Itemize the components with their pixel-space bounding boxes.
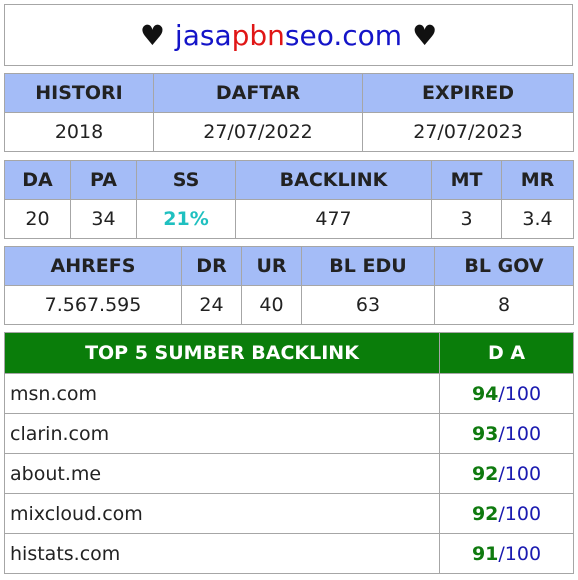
value-dr: 24 <box>181 285 242 325</box>
value-ahrefs: 7.567.595 <box>4 285 182 325</box>
backlinks-table: TOP 5 SUMBER BACKLINK D A msn.com 94/100… <box>4 332 574 574</box>
header-top-sources: TOP 5 SUMBER BACKLINK <box>4 332 440 374</box>
header-daftar: DAFTAR <box>153 73 363 113</box>
table-row: clarin.com 93/100 <box>4 413 574 454</box>
header-dr: DR <box>181 246 242 286</box>
ahrefs-table: AHREFS DR UR BL EDU BL GOV 7.567.595 24 … <box>4 246 574 325</box>
value-backlink: 477 <box>235 199 432 239</box>
backlink-da: 93/100 <box>439 413 574 454</box>
site-title: ♥ jasapbnseo.com ♥ <box>4 4 573 66</box>
value-histori: 2018 <box>4 112 154 152</box>
backlink-da: 94/100 <box>439 373 574 414</box>
header-ur: UR <box>241 246 302 286</box>
backlink-da: 92/100 <box>439 453 574 494</box>
value-daftar: 27/07/2022 <box>153 112 363 152</box>
domain-name: jasapbnseo.com <box>174 18 403 52</box>
value-bl-edu: 63 <box>301 285 435 325</box>
metrics-header-row: DA PA SS BACKLINK MT MR <box>4 160 574 200</box>
value-expired: 27/07/2023 <box>362 112 574 152</box>
backlink-site: clarin.com <box>4 413 440 454</box>
header-histori: HISTORI <box>4 73 154 113</box>
backlinks-header-row: TOP 5 SUMBER BACKLINK D A <box>4 332 574 374</box>
header-mt: MT <box>431 160 502 200</box>
ahrefs-value-row: 7.567.595 24 40 63 8 <box>4 285 574 325</box>
table-row: about.me 92/100 <box>4 453 574 494</box>
table-row: msn.com 94/100 <box>4 373 574 414</box>
heart-icon: ♥ <box>139 18 165 52</box>
heart-icon: ♥ <box>412 18 438 52</box>
header-da-score: D A <box>439 332 574 374</box>
backlink-site: msn.com <box>4 373 440 414</box>
value-mt: 3 <box>431 199 502 239</box>
backlink-da: 91/100 <box>439 533 574 574</box>
value-bl-gov: 8 <box>434 285 574 325</box>
header-pa: PA <box>70 160 137 200</box>
metrics-value-row: 20 34 21% 477 3 3.4 <box>4 199 574 239</box>
metrics-table: DA PA SS BACKLINK MT MR 20 34 21% 477 3 … <box>4 160 574 239</box>
value-da: 20 <box>4 199 71 239</box>
header-backlink: BACKLINK <box>235 160 432 200</box>
value-pa: 34 <box>70 199 137 239</box>
value-ss: 21% <box>136 199 236 239</box>
table-row: histats.com 91/100 <box>4 533 574 574</box>
histori-table: HISTORI DAFTAR EXPIRED 2018 27/07/2022 2… <box>4 73 574 152</box>
header-expired: EXPIRED <box>362 73 574 113</box>
value-mr: 3.4 <box>501 199 574 239</box>
table-row: mixcloud.com 92/100 <box>4 493 574 534</box>
header-ss: SS <box>136 160 236 200</box>
header-mr: MR <box>501 160 574 200</box>
header-bl-edu: BL EDU <box>301 246 435 286</box>
backlink-site: about.me <box>4 453 440 494</box>
backlink-site: mixcloud.com <box>4 493 440 534</box>
backlink-site: histats.com <box>4 533 440 574</box>
histori-header-row: HISTORI DAFTAR EXPIRED <box>4 73 574 113</box>
header-bl-gov: BL GOV <box>434 246 574 286</box>
value-ur: 40 <box>241 285 302 325</box>
header-da: DA <box>4 160 71 200</box>
histori-value-row: 2018 27/07/2022 27/07/2023 <box>4 112 574 152</box>
ahrefs-header-row: AHREFS DR UR BL EDU BL GOV <box>4 246 574 286</box>
header-ahrefs: AHREFS <box>4 246 182 286</box>
backlink-da: 92/100 <box>439 493 574 534</box>
